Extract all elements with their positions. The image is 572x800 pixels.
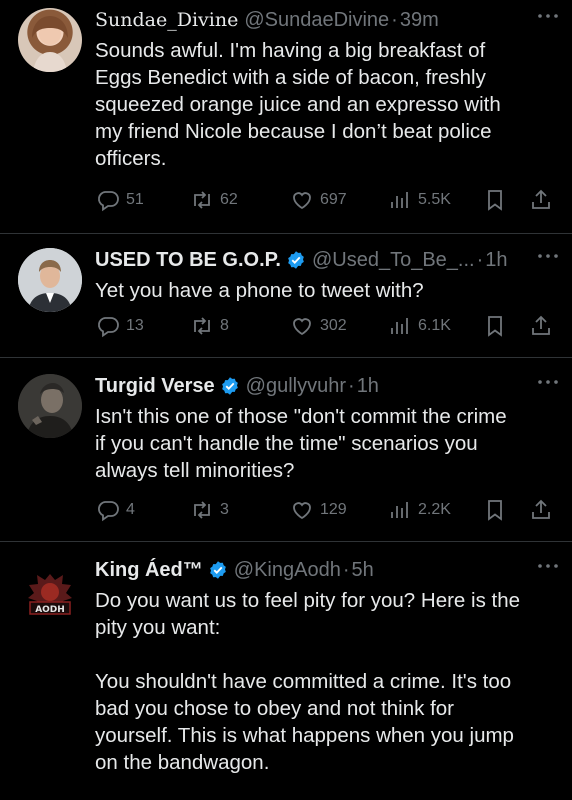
reply-icon bbox=[96, 314, 120, 338]
repost-icon bbox=[190, 498, 214, 522]
views-button[interactable]: 5.5K bbox=[388, 186, 451, 214]
tweet-text: Do you want us to feel pity for you? Her… bbox=[95, 589, 521, 774]
display-name[interactable]: King Áed™ bbox=[95, 559, 203, 582]
tweet-header: Turgid Verse @gullyvuhr · 1h bbox=[95, 371, 552, 401]
tweet[interactable]: Sundae_Divine @SundaeDivine · 39m Sounds a… bbox=[0, 0, 572, 234]
like-button[interactable]: 697 bbox=[290, 186, 347, 214]
avatar[interactable]: AODH bbox=[18, 564, 82, 628]
share-icon bbox=[529, 188, 553, 212]
bookmark-button[interactable] bbox=[483, 186, 507, 214]
verified-badge-icon bbox=[286, 250, 306, 270]
more-icon[interactable] bbox=[536, 9, 560, 23]
like-icon bbox=[290, 314, 314, 338]
separator-dot: · bbox=[342, 558, 350, 581]
views-count: 2.2K bbox=[418, 501, 451, 518]
repost-button[interactable]: 62 bbox=[190, 186, 238, 214]
views-icon bbox=[388, 314, 412, 338]
bookmark-button[interactable] bbox=[483, 312, 507, 340]
tweet-text: Sounds awful. I'm having a big breakfast… bbox=[95, 39, 501, 170]
user-handle[interactable]: @gullyvuhr bbox=[246, 375, 346, 398]
bookmark-icon bbox=[483, 498, 507, 522]
separator-dot: · bbox=[476, 248, 484, 271]
tweet-header: USED TO BE G.O.P. @Used_To_Be_... · 1h bbox=[95, 245, 552, 275]
avatar[interactable] bbox=[18, 8, 82, 72]
like-icon bbox=[290, 498, 314, 522]
verified-badge-icon bbox=[220, 376, 240, 396]
like-count: 129 bbox=[320, 501, 347, 518]
reply-count: 13 bbox=[126, 317, 144, 334]
avatar-logo-text: AODH bbox=[35, 605, 65, 615]
repost-button[interactable]: 8 bbox=[190, 312, 229, 340]
repost-button[interactable]: 3 bbox=[190, 496, 229, 524]
repost-icon bbox=[190, 314, 214, 338]
separator-dot: · bbox=[348, 374, 355, 397]
views-button[interactable]: 6.1K bbox=[388, 312, 451, 340]
like-count: 302 bbox=[320, 317, 347, 334]
user-handle[interactable]: @Used_To_Be_... bbox=[312, 249, 475, 272]
like-count: 697 bbox=[320, 191, 347, 208]
verified-badge-icon bbox=[208, 560, 228, 580]
reply-count: 51 bbox=[126, 191, 144, 208]
reply-icon bbox=[96, 188, 120, 212]
action-bar: 51 62 697 5.5K bbox=[0, 186, 572, 214]
repost-count: 8 bbox=[220, 317, 229, 334]
timestamp[interactable]: 39m bbox=[400, 9, 439, 32]
timestamp[interactable]: 5h bbox=[352, 559, 374, 582]
bookmark-icon bbox=[483, 314, 507, 338]
display-name[interactable]: Sundae_Divine bbox=[95, 9, 238, 31]
tweet-header: Sundae_Divine @SundaeDivine · 39m bbox=[95, 5, 552, 35]
bookmark-button[interactable] bbox=[483, 496, 507, 524]
like-button[interactable]: 302 bbox=[290, 312, 347, 340]
views-button[interactable]: 2.2K bbox=[388, 496, 451, 524]
reply-icon bbox=[96, 498, 120, 522]
views-count: 5.5K bbox=[418, 191, 451, 208]
repost-count: 3 bbox=[220, 501, 229, 518]
share-icon bbox=[529, 498, 553, 522]
action-bar: 13 8 302 6.1K bbox=[0, 312, 572, 340]
user-handle[interactable]: @SundaeDivine bbox=[244, 9, 389, 32]
action-bar: 4 3 129 2.2K bbox=[0, 496, 572, 524]
more-icon[interactable] bbox=[536, 249, 560, 263]
share-icon bbox=[529, 314, 553, 338]
tweet-header: King Áed™ @KingAodh · 5h bbox=[95, 555, 552, 585]
reply-button[interactable]: 13 bbox=[96, 312, 144, 340]
tweet[interactable]: Turgid Verse @gullyvuhr · 1h Isn't this on… bbox=[0, 358, 572, 542]
timestamp[interactable]: 1h bbox=[357, 375, 379, 398]
views-icon bbox=[388, 498, 412, 522]
separator-dot: · bbox=[391, 8, 398, 31]
share-button[interactable] bbox=[529, 186, 553, 214]
repost-icon bbox=[190, 188, 214, 212]
like-icon bbox=[290, 188, 314, 212]
repost-count: 62 bbox=[220, 191, 238, 208]
like-button[interactable]: 129 bbox=[290, 496, 347, 524]
tweet-text: Yet you have a phone to tweet with? bbox=[95, 279, 424, 302]
tweet[interactable]: USED TO BE G.O.P. @Used_To_Be_... · 1h Yet… bbox=[0, 234, 572, 358]
bookmark-icon bbox=[483, 188, 507, 212]
user-handle[interactable]: @KingAodh bbox=[234, 559, 341, 582]
more-icon[interactable] bbox=[536, 559, 560, 573]
avatar[interactable] bbox=[18, 248, 82, 312]
timestamp[interactable]: 1h bbox=[485, 249, 507, 272]
display-name[interactable]: USED TO BE G.O.P. bbox=[95, 249, 281, 272]
more-icon[interactable] bbox=[536, 375, 560, 389]
views-count: 6.1K bbox=[418, 317, 451, 334]
share-button[interactable] bbox=[529, 496, 553, 524]
tweet[interactable]: AODH King Áed™ @KingAodh · 5h Do you want … bbox=[0, 542, 572, 800]
tweet-text: Isn't this one of those "don't commit th… bbox=[95, 405, 507, 482]
display-name[interactable]: Turgid Verse bbox=[95, 375, 215, 398]
reply-count: 4 bbox=[126, 501, 135, 518]
share-button[interactable] bbox=[529, 312, 553, 340]
avatar[interactable] bbox=[18, 374, 82, 438]
views-icon bbox=[388, 188, 412, 212]
reply-button[interactable]: 4 bbox=[96, 496, 135, 524]
reply-button[interactable]: 51 bbox=[96, 186, 144, 214]
